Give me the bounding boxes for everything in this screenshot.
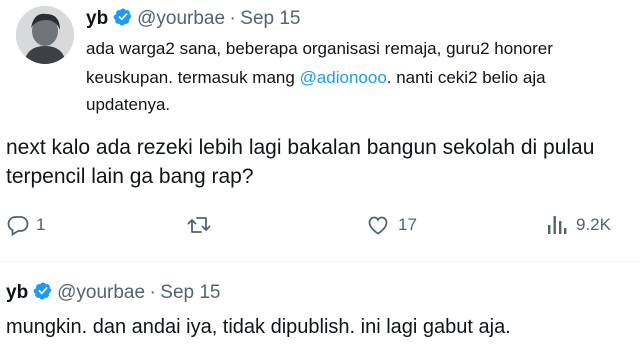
handle[interactable]: @yourbae: [57, 282, 145, 303]
display-name[interactable]: yb: [6, 282, 28, 303]
reply-line-2: keuskupan. termasuk mang @adionooo. nant…: [86, 66, 546, 89]
retweet-button[interactable]: [186, 213, 212, 237]
main-tweet-line-2: terpencil lain ga bang rap?: [6, 165, 254, 188]
mention-link[interactable]: @adionooo: [300, 68, 387, 87]
reply-tweet-header: yb @yourbae · Sep 15: [86, 6, 301, 33]
reply-text-before: keuskupan. termasuk mang: [86, 68, 300, 87]
reply-text-after: . nanti ceki2 belio aja: [386, 68, 546, 87]
handle[interactable]: @yourbae: [137, 8, 225, 29]
reply-button[interactable]: 1: [6, 213, 45, 237]
separator: ·: [149, 282, 156, 303]
separator: ·: [229, 8, 236, 29]
verified-badge-icon: [113, 7, 133, 27]
second-tweet-header: yb @yourbae · Sep 15: [6, 280, 221, 307]
like-button[interactable]: 17: [366, 213, 417, 237]
reply-count: 1: [36, 215, 46, 234]
avatar-photo: [16, 6, 74, 64]
verified-badge-icon: [33, 281, 53, 301]
reply-line-3: updatenya.: [86, 95, 171, 114]
display-name[interactable]: yb: [86, 8, 108, 29]
second-tweet-text: mungkin. dan andai iya, tidak dipublish.…: [6, 316, 511, 338]
retweet-icon: [186, 213, 212, 237]
tweet-date[interactable]: Sep 15: [160, 282, 220, 303]
views-chart-icon: [546, 213, 568, 237]
main-tweet-line-1: next kalo ada rezeki lebih lagi bakalan …: [6, 136, 595, 159]
views-count: 9.2K: [576, 215, 611, 234]
like-count: 17: [398, 215, 417, 234]
heart-icon: [366, 213, 390, 237]
views-button[interactable]: 9.2K: [546, 213, 611, 237]
tweet-date[interactable]: Sep 15: [240, 8, 300, 29]
tweet-divider: [0, 261, 640, 262]
avatar[interactable]: [16, 6, 74, 64]
reply-line-1: ada warga2 sana, beberapa organisasi rem…: [86, 39, 553, 58]
reply-icon: [6, 213, 30, 237]
